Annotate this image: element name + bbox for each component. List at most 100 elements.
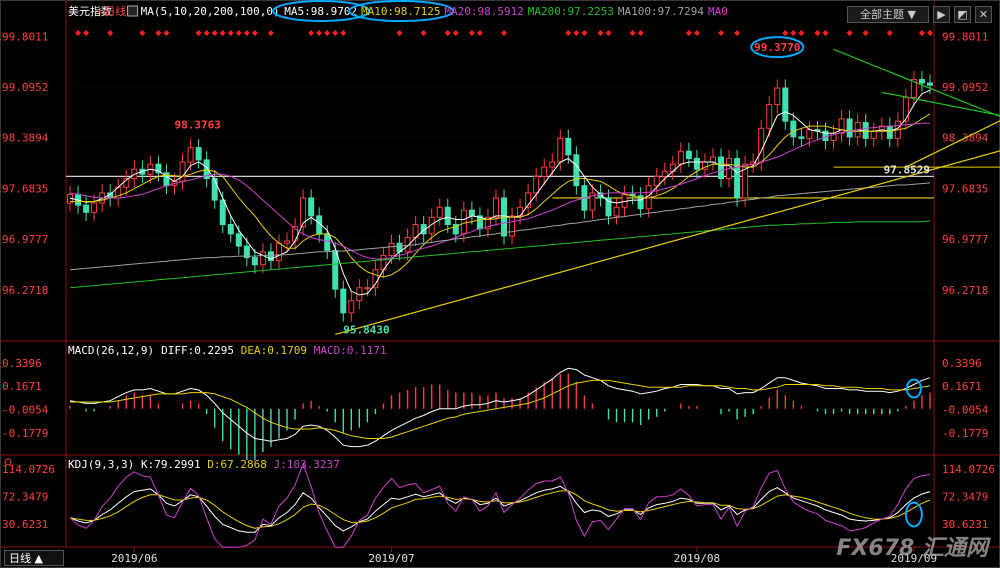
header-ma-value: MA100:97.7294 <box>618 5 704 18</box>
candle-down <box>83 204 90 213</box>
candle-up <box>259 251 266 266</box>
signal-diamond <box>814 30 821 36</box>
kdj-header-text: K:79.2991 <box>141 458 201 471</box>
period-button[interactable]: 日线 ▲ <box>4 550 64 566</box>
price-tick-right: 99.0952 <box>942 81 988 94</box>
signal-diamond <box>83 30 90 36</box>
signal-diamond <box>918 30 925 36</box>
price-tick-right: 97.6835 <box>942 182 988 195</box>
candle-down <box>227 224 234 235</box>
candle-up <box>902 96 909 122</box>
candle-down <box>918 78 925 84</box>
signal-diamond <box>573 30 580 36</box>
signal-diamond <box>468 30 475 36</box>
signal-diamond <box>235 30 242 36</box>
watermark: FX678 汇通网 <box>836 530 988 562</box>
macd-tick-left: 0.3396 <box>2 357 42 370</box>
kdj-header-text: J:103.3237 <box>274 458 340 471</box>
signal-diamond <box>685 30 692 36</box>
signal-diamond <box>243 30 250 36</box>
signal-diamond <box>782 30 789 36</box>
dropdown-icon: ▼ <box>907 8 916 21</box>
kdj-line-k <box>69 485 931 533</box>
candle-down <box>340 288 347 314</box>
candle-up <box>517 206 524 217</box>
price-tick-right: 96.9777 <box>942 233 988 246</box>
signal-diamond <box>332 30 339 36</box>
signal-diamond <box>693 30 700 36</box>
signal-diamond <box>565 30 572 36</box>
signal-diamond <box>316 30 323 36</box>
price-tick-right: 96.2718 <box>942 284 988 297</box>
candle-down <box>324 233 331 251</box>
signal-diamond <box>501 30 508 36</box>
candle-up <box>284 240 291 244</box>
candle-up <box>179 161 186 182</box>
kdj-tick-left: 30.6231 <box>2 518 48 531</box>
signal-diamond <box>846 30 853 36</box>
signal-diamond <box>629 30 636 36</box>
watermark-cn: 汇通网 <box>921 536 988 561</box>
macd-header-text: DEA:0.1709 <box>241 344 307 357</box>
candle-up <box>348 300 355 314</box>
candle-down <box>235 233 242 247</box>
signal-diamond <box>605 30 612 36</box>
candle-up <box>758 127 765 163</box>
candle-up <box>774 87 781 106</box>
signal-diamond <box>790 30 797 36</box>
annotation-level-label: 97.8529 <box>884 163 930 176</box>
kdj-header-text: KDJ(9,3,3) <box>68 458 134 471</box>
signal-diamond <box>420 30 427 36</box>
signal-diamond <box>340 30 347 36</box>
chart-frame <box>0 0 1000 568</box>
header-ma-value: MA10:98.7125 <box>361 5 440 18</box>
chart-canvas: 99.801199.801199.095299.095298.389498.38… <box>0 0 1000 568</box>
annotation-high-label: 98.3763 <box>175 118 221 131</box>
macd-header-text: MACD(26,12,9) <box>68 344 154 357</box>
signal-diamond <box>452 30 459 36</box>
signal-diamond <box>107 30 114 36</box>
candle-up <box>492 197 499 218</box>
expand-icon[interactable]: ◩ <box>954 6 971 23</box>
signal-diamond <box>195 30 202 36</box>
forward-icon[interactable]: ▶ <box>933 6 950 23</box>
annotation-peak-label: 99.3770 <box>754 41 800 54</box>
chart-root: 99.801199.801199.095299.095298.389498.38… <box>0 0 1000 568</box>
signal-diamond <box>476 30 483 36</box>
candle-up <box>388 242 395 256</box>
signal-diamond <box>227 30 234 36</box>
signal-diamond <box>308 30 315 36</box>
signal-diamond <box>203 30 210 36</box>
candle-up <box>870 130 877 139</box>
header-ma-value: MA0 <box>708 5 728 18</box>
header-ma-value: MA5:98.9702 <box>284 5 357 18</box>
candle-down <box>782 87 789 122</box>
top-right-toolbar: 全部主题 ▼ ▶ ◩ ✕ <box>847 6 992 23</box>
candle-down <box>718 156 725 180</box>
candle-up <box>436 206 443 218</box>
price-tick-left: 96.9777 <box>2 233 48 246</box>
candle-down <box>685 150 692 159</box>
candle-down <box>195 147 202 161</box>
signal-diamond <box>211 30 218 36</box>
watermark-brand: FX678 <box>836 536 915 561</box>
signal-diamond <box>886 30 893 36</box>
signal-diamond <box>75 30 82 36</box>
candle-up <box>275 242 282 261</box>
ma-line-ma100 <box>69 182 931 271</box>
candle-up <box>364 287 371 290</box>
candle-up <box>91 202 98 213</box>
signal-diamond <box>734 30 741 36</box>
signal-diamond <box>396 30 403 36</box>
macd-tick-left: 0.1671 <box>2 380 42 393</box>
candle-down <box>468 209 475 217</box>
kdj-tick-left: 72.3479 <box>2 491 48 504</box>
candle-up <box>709 156 716 163</box>
candle-down <box>693 157 700 170</box>
signal-diamond <box>444 30 451 36</box>
theme-select-button[interactable]: 全部主题 ▼ <box>847 6 929 23</box>
signal-diamond <box>597 30 604 36</box>
signal-diamond <box>581 30 588 36</box>
close-icon[interactable]: ✕ <box>975 6 992 23</box>
kdj-tick-right: 72.3479 <box>942 491 988 504</box>
